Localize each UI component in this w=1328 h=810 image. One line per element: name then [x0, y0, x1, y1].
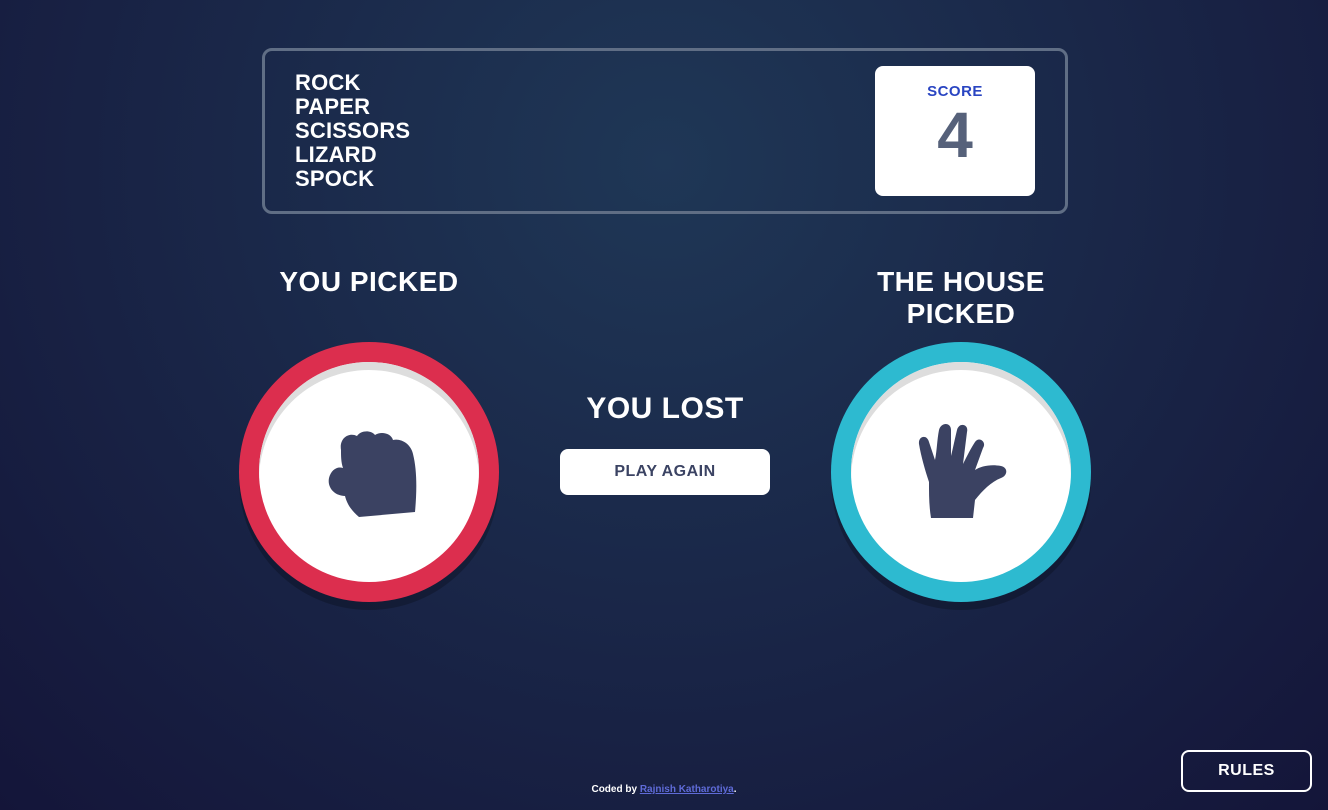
player-choice-token: [239, 342, 499, 602]
title-line-rock: ROCK: [295, 70, 361, 95]
house-picked-label: THE HOUSE PICKED: [877, 266, 1045, 329]
title-line-spock: SPOCK: [295, 166, 375, 191]
header: ROCK PAPER SCISSORS LIZARD SPOCK SCORE 4: [262, 48, 1068, 214]
score-label: SCORE: [927, 83, 983, 100]
title-line-lizard: LIZARD: [295, 142, 377, 167]
rock-icon: [319, 420, 419, 525]
author-link[interactable]: Rajnish Katharotiya: [640, 784, 734, 795]
spock-icon: [911, 420, 1011, 525]
play-again-button[interactable]: PLAY AGAIN: [560, 449, 770, 495]
footer-prefix: Coded by: [591, 784, 638, 795]
house-choice-inner: [851, 362, 1071, 582]
player-choice-inner: [259, 362, 479, 582]
footer-attribution: Coded by Rajnish Katharotiya.: [0, 784, 1328, 795]
title-line-scissors: SCISSORS: [295, 118, 411, 143]
footer-suffix: .: [733, 784, 737, 795]
you-picked-label: YOU PICKED: [279, 266, 459, 297]
house-choice-token: [831, 342, 1091, 602]
score-value: 4: [937, 99, 973, 171]
title-line-paper: PAPER: [295, 94, 371, 119]
result-text: YOU LOST: [586, 392, 744, 425]
game-title: ROCK PAPER SCISSORS LIZARD SPOCK: [295, 71, 410, 191]
score-box: SCORE 4: [875, 66, 1035, 196]
